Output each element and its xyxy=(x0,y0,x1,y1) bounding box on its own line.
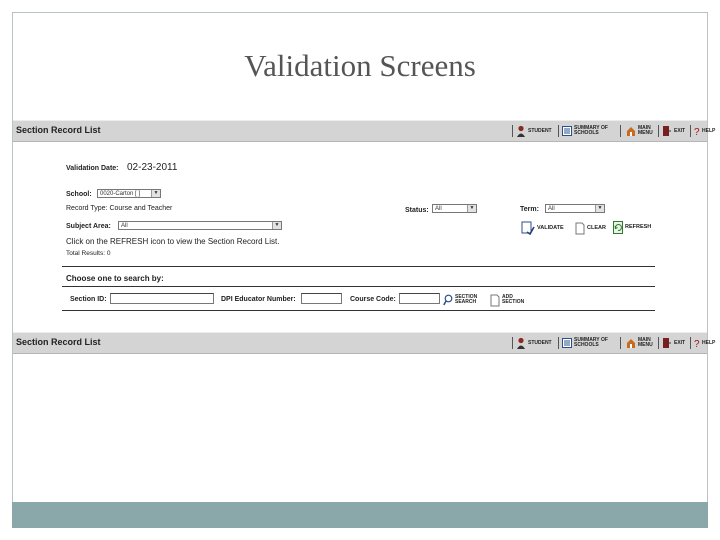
toolbar-separator xyxy=(690,125,691,137)
summary-icon xyxy=(562,126,572,136)
toolbar-title: Section Record List xyxy=(16,337,101,347)
exit-button[interactable]: EXIT xyxy=(662,335,685,351)
student-button[interactable]: STUDENT xyxy=(516,335,552,351)
chevron-down-icon: ▼ xyxy=(467,205,476,212)
section-search-button[interactable]: SECTION SEARCH xyxy=(443,292,483,308)
validation-date-value: 02-23-2011 xyxy=(127,162,178,173)
toolbar-separator xyxy=(690,337,691,349)
main-menu-icon xyxy=(627,339,635,348)
search-icon xyxy=(443,294,453,305)
refresh-icon xyxy=(613,220,623,234)
validation-date-label: Validation Date: xyxy=(66,165,119,172)
add-document-icon xyxy=(490,294,500,306)
subject-area-label: Subject Area: xyxy=(66,223,111,230)
total-results: Total Results: 0 xyxy=(66,250,111,257)
help-button[interactable]: ? HELP xyxy=(694,123,715,139)
clear-icon xyxy=(575,222,585,234)
section-id-label: Section ID: xyxy=(70,296,107,303)
help-button[interactable]: ? HELP xyxy=(694,335,715,351)
school-label: School: xyxy=(66,191,92,198)
status-select[interactable]: All ▼ xyxy=(432,204,477,213)
course-code-label: Course Code: xyxy=(350,296,396,303)
toolbar-separator xyxy=(620,337,621,349)
footer-band xyxy=(12,502,708,528)
validate-button[interactable]: VALIDATE xyxy=(521,220,564,236)
chevron-down-icon: ▼ xyxy=(272,222,281,229)
record-type-text: Record Type: Course and Teacher xyxy=(66,205,173,212)
subject-area-select[interactable]: All ▼ xyxy=(118,221,282,230)
main-menu-button[interactable]: MAIN MENU xyxy=(626,335,653,351)
toolbar-separator xyxy=(558,125,559,137)
divider xyxy=(62,266,655,267)
bottom-toolbar: Section Record List STUDENT SUMMARY OF S… xyxy=(13,332,715,354)
exit-icon xyxy=(663,338,671,348)
term-select[interactable]: All ▼ xyxy=(545,204,605,213)
dpi-educator-input[interactable] xyxy=(301,293,342,304)
search-heading: Choose one to search by: xyxy=(66,274,164,283)
toolbar-separator xyxy=(620,125,621,137)
instruction-text: Click on the REFRESH icon to view the Se… xyxy=(66,237,280,246)
slide-title: Validation Screens xyxy=(244,48,476,83)
summary-icon xyxy=(562,338,572,348)
chevron-down-icon: ▼ xyxy=(595,205,604,212)
student-icon xyxy=(517,337,525,349)
divider xyxy=(62,286,655,287)
chevron-down-icon: ▼ xyxy=(151,190,160,197)
toolbar-title: Section Record List xyxy=(16,125,101,135)
exit-icon xyxy=(663,126,671,136)
student-icon xyxy=(517,125,525,137)
term-label: Term: xyxy=(520,206,539,213)
main-menu-button[interactable]: MAIN MENU xyxy=(626,123,653,139)
clear-button[interactable]: CLEAR xyxy=(575,220,606,236)
dpi-educator-label: DPI Educator Number: xyxy=(221,296,296,303)
course-code-input[interactable] xyxy=(399,293,440,304)
add-section-button[interactable]: ADD SECTION xyxy=(490,292,530,308)
summary-of-schools-button[interactable]: SUMMARY OF SCHOOLS xyxy=(562,123,614,139)
student-button[interactable]: STUDENT xyxy=(516,123,552,139)
summary-of-schools-button[interactable]: SUMMARY OF SCHOOLS xyxy=(562,335,614,351)
help-icon: ? xyxy=(694,339,700,349)
status-label: Status: xyxy=(405,207,429,214)
main-menu-icon xyxy=(627,127,635,136)
toolbar-separator xyxy=(658,337,659,349)
exit-button[interactable]: EXIT xyxy=(662,123,685,139)
divider xyxy=(62,310,655,311)
toolbar-separator xyxy=(558,337,559,349)
slide-frame xyxy=(12,12,708,528)
section-id-input[interactable] xyxy=(110,293,214,304)
toolbar-separator xyxy=(512,125,513,137)
validate-icon xyxy=(521,221,535,235)
toolbar-separator xyxy=(658,125,659,137)
top-toolbar: Section Record List STUDENT SUMMARY OF S… xyxy=(13,120,715,142)
svg-text:?: ? xyxy=(694,339,700,349)
refresh-button[interactable]: REFRESH xyxy=(613,219,651,235)
toolbar-separator xyxy=(512,337,513,349)
school-select[interactable]: 0020-Carton [ ] ▼ xyxy=(97,189,161,198)
svg-text:?: ? xyxy=(694,127,700,137)
help-icon: ? xyxy=(694,127,700,137)
